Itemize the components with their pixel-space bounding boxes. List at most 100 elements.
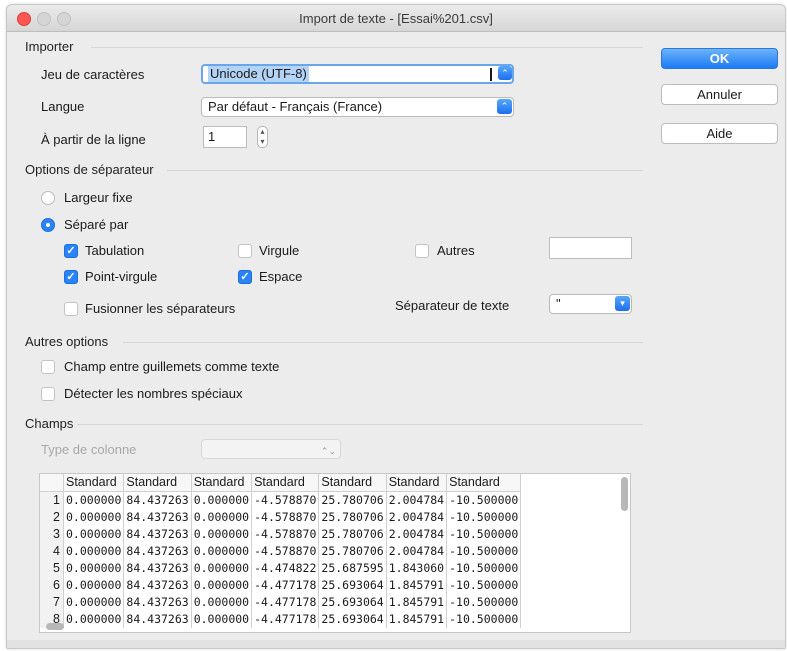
table-cell: 84.437263 [123,491,192,509]
table-cell: 1.845791 [386,594,448,611]
column-header[interactable]: Standard [446,474,522,492]
table-cell: 0.000000 [63,491,125,509]
section-import-title: Importer [25,39,74,54]
section-divider [77,424,643,425]
tab-label: Tabulation [85,243,145,258]
from-line-stepper[interactable]: ▴ ▾ [257,126,268,148]
vertical-scrollbar[interactable] [621,477,628,511]
table-cell: 0.000000 [191,543,253,560]
table-cell: 25.780706 [318,543,387,560]
table-row: 4 0.000000 84.437263 0.000000 -4.578870 … [40,543,522,560]
column-header[interactable]: Standard [251,474,320,492]
table-cell: -4.578870 [251,509,320,526]
column-type-select[interactable]: ⌃⌄ [201,439,341,459]
column-header[interactable]: Standard [318,474,387,492]
section-fields-title: Champs [25,416,74,431]
table-cell: 0.000000 [191,560,253,577]
charset-label: Jeu de caractères [41,67,145,82]
text-caret [490,68,492,81]
from-line-input[interactable]: 1 [203,126,247,148]
table-cell: -10.500000 [446,577,522,594]
table-cell: 84.437263 [123,509,192,526]
fixed-width-label: Largeur fixe [64,190,133,205]
chevron-updown-icon: ⌃ [498,66,512,80]
row-number: 7 [40,594,64,611]
help-button[interactable]: Aide [661,123,778,144]
language-label: Langue [41,99,85,114]
table-cell: -10.500000 [446,526,522,543]
table-cell: 0.000000 [191,491,253,509]
table-row: 7 0.000000 84.437263 0.000000 -4.477178 … [40,594,522,611]
table-cell: 0.000000 [191,526,253,543]
table-cell: -4.477178 [251,611,320,628]
column-header[interactable]: Standard [191,474,253,492]
cancel-button[interactable]: Annuler [661,84,778,105]
section-divider [167,170,643,171]
row-number: 4 [40,543,64,560]
horizontal-scrollbar[interactable] [46,623,64,630]
column-header[interactable]: Standard [386,474,448,492]
table-cell: 1.843060 [386,560,448,577]
separated-by-radio[interactable] [41,218,55,232]
text-delimiter-select[interactable]: " ▾ [549,294,632,314]
window-title: Import de texte - [Essai%201.csv] [299,11,493,26]
space-label: Espace [259,269,303,284]
table-cell: 0.000000 [63,509,125,526]
row-number: 1 [40,491,64,509]
other-label: Autres [437,243,475,258]
quoted-as-text-checkbox[interactable] [41,360,55,374]
table-cell: 25.693064 [318,577,387,594]
table-cell: 84.437263 [123,560,192,577]
row-number: 5 [40,560,64,577]
semicolon-checkbox[interactable]: ✓ [64,270,78,284]
row-number: 3 [40,526,64,543]
fields-preview-grid[interactable]: Standard Standard Standard Standard Stan… [39,473,631,633]
table-cell: 2.004784 [386,509,448,526]
comma-checkbox[interactable] [238,244,252,258]
table-row: 8 0.000000 84.437263 0.000000 -4.477178 … [40,611,522,628]
from-line-label: À partir de la ligne [41,132,146,147]
language-select[interactable]: Par défaut - Français (France) ⌃ [201,97,514,117]
table-cell: 1.845791 [386,611,448,628]
table-row: 3 0.000000 84.437263 0.000000 -4.578870 … [40,526,522,543]
charset-select[interactable]: Unicode (UTF-8) ⌃ [201,64,514,84]
table-cell: 2.004784 [386,491,448,509]
header-row: Standard Standard Standard Standard Stan… [40,474,522,492]
section-separator-title: Options de séparateur [25,162,154,177]
chevron-updown-icon: ⌃⌄ [320,446,336,456]
table-cell: -4.578870 [251,543,320,560]
table-cell: 1.845791 [386,577,448,594]
table-cell: -10.500000 [446,594,522,611]
table-cell: 25.780706 [318,526,387,543]
window-bottom-edge [7,640,785,648]
ok-button[interactable]: OK [661,48,778,69]
table-cell: 25.780706 [318,509,387,526]
fixed-width-radio[interactable] [41,191,55,205]
merge-delimiters-label: Fusionner les séparateurs [85,301,236,316]
table-cell: 84.437263 [123,594,192,611]
table-cell: 0.000000 [191,509,253,526]
text-delimiter-label: Séparateur de texte [395,298,510,313]
semicolon-label: Point-virgule [85,269,158,284]
language-value: Par défaut - Français (France) [208,99,383,114]
quoted-as-text-label: Champ entre guillemets comme texte [64,359,280,374]
merge-delimiters-checkbox[interactable] [64,302,78,316]
chevron-down-icon: ▾ [615,296,630,311]
table-cell: -10.500000 [446,509,522,526]
table-cell: 0.000000 [63,526,125,543]
column-type-label: Type de colonne [41,442,137,457]
table-row: 5 0.000000 84.437263 0.000000 -4.474822 … [40,560,522,577]
charset-value: Unicode (UTF-8) [208,66,309,82]
column-header[interactable]: Standard [123,474,192,492]
tab-checkbox[interactable]: ✓ [64,244,78,258]
table-cell: -4.477178 [251,594,320,611]
separated-by-label: Séparé par [64,217,129,232]
other-separator-input[interactable] [549,237,632,259]
table-cell: -4.474822 [251,560,320,577]
table-cell: 0.000000 [63,560,125,577]
column-header[interactable]: Standard [63,474,125,492]
space-checkbox[interactable]: ✓ [238,270,252,284]
text-delimiter-value: " [556,296,561,311]
other-checkbox[interactable] [415,244,429,258]
detect-special-numbers-checkbox[interactable] [41,387,55,401]
